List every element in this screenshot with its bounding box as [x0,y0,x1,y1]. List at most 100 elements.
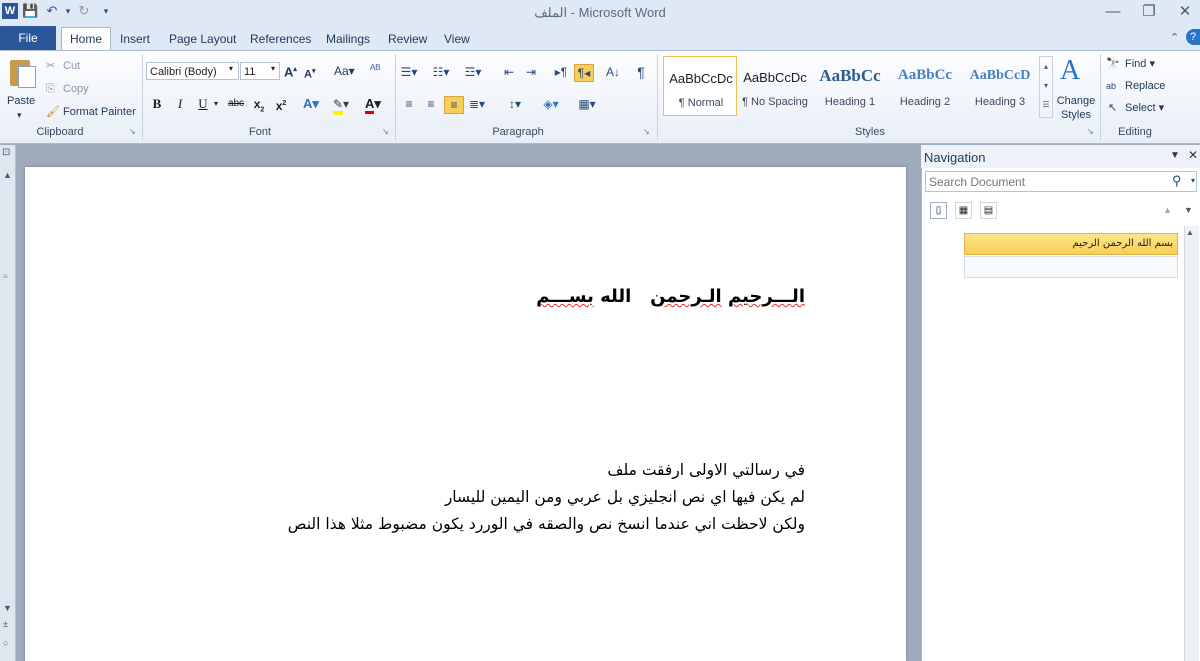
style-normal[interactable]: AaBbCcDc ¶ Normal [663,56,737,116]
browse-results-icon[interactable]: ▤ [980,202,997,219]
decrease-indent-icon[interactable]: ⇤ [500,64,518,80]
underline-dropdown-icon[interactable]: ▾ [212,95,220,113]
search-options-icon[interactable]: ▾ [1191,176,1195,185]
document-line[interactable]: في رسالتي الاولى ارفقت ملف [607,461,805,479]
font-launcher-icon[interactable]: ↘ [382,127,389,136]
scroll-down-icon[interactable]: ▼ [3,603,12,613]
style-sample: AaBbCcD [969,68,1031,83]
numbering-icon[interactable]: ☷▾ [432,64,450,80]
search-document-input[interactable] [925,171,1197,192]
increase-indent-icon[interactable]: ⇥ [522,64,540,80]
shrink-font-icon[interactable]: A▾ [304,65,315,82]
group-divider [1100,54,1101,140]
previous-heading-icon[interactable]: ▲ [1163,205,1172,215]
change-styles-icon[interactable]: A [1060,56,1090,86]
text-effects-icon[interactable]: A▾ [302,95,320,113]
vertical-ruler [0,145,16,661]
styles-scroll[interactable]: ▴ ▾ ☰ [1039,56,1053,118]
ltr-direction-icon[interactable]: ▸¶ [552,64,570,80]
help-icon[interactable]: ? [1186,29,1200,45]
cut-button[interactable]: Cut [63,59,80,73]
grow-font-icon[interactable]: A▴ [284,63,297,79]
restore-button[interactable]: ❐ [1134,2,1164,22]
format-painter-button[interactable]: Format Painter [63,105,136,119]
browse-object-icon[interactable]: ○ [3,638,8,648]
paragraph-launcher-icon[interactable]: ↘ [643,127,650,136]
scroll-up-icon[interactable]: ▲ [3,170,12,180]
document-page[interactable] [25,167,906,661]
tab-references[interactable]: References [250,30,311,50]
pane-options-icon[interactable]: ▼ [1170,150,1180,161]
search-icon[interactable]: ⚲ [1172,173,1182,189]
align-left-icon[interactable]: ≡ [400,96,418,112]
align-right-icon[interactable]: ≡ [444,96,464,114]
ruler-marker: ≡ [3,272,8,281]
style-heading-1[interactable]: AaBbCc Heading 1 [813,56,887,116]
close-pane-icon[interactable]: ✕ [1188,148,1198,162]
select-button[interactable]: Select ▾ [1125,101,1164,115]
font-name-combo[interactable]: Calibri (Body) [146,62,239,80]
tab-review[interactable]: Review [388,30,427,50]
tab-file[interactable]: File [0,26,56,50]
show-formatting-icon[interactable]: ¶ [632,64,650,80]
nav-scrollbar[interactable] [1184,226,1199,661]
sort-icon[interactable]: A↓ [604,64,622,80]
change-styles-button[interactable]: Change Styles [1055,94,1097,122]
bold-icon[interactable]: B [150,95,164,113]
editing-group-label: Editing [1118,126,1152,138]
style-heading-3[interactable]: AaBbCcD Heading 3 [963,56,1037,116]
font-size-dropdown-icon[interactable]: ▾ [271,64,275,73]
copy-button[interactable]: Copy [63,82,89,96]
minimize-button[interactable]: — [1098,2,1128,22]
clipboard-launcher-icon[interactable]: ↘ [129,127,136,136]
nav-scroll-up-icon[interactable]: ▲ [1186,228,1194,237]
font-name-dropdown-icon[interactable]: ▾ [229,64,233,73]
tab-home[interactable]: Home [61,27,111,51]
justify-icon[interactable]: ≣▾ [468,96,486,112]
paste-button[interactable]: Paste [7,94,35,108]
find-button[interactable]: Find ▾ [1125,57,1155,71]
next-heading-icon[interactable]: ▼ [1184,205,1193,215]
browse-headings-icon[interactable]: ▯ [930,202,947,219]
multilevel-list-icon[interactable]: ☲▾ [464,64,482,80]
highlight-icon[interactable]: ✎▾ [330,95,352,115]
previous-page-icon[interactable]: ± [3,619,8,629]
tab-mailings[interactable]: Mailings [326,30,370,50]
style-no-spacing[interactable]: AaBbCcDc ¶ No Spacing [738,56,812,116]
paste-dropdown-icon[interactable]: ▾ [17,108,22,122]
ruler-toggle-icon[interactable]: ⊡ [2,147,10,158]
shading-icon[interactable]: ◈▾ [542,96,560,112]
style-name: Heading 1 [824,96,876,108]
superscript-icon[interactable]: x2 [272,95,290,113]
style-heading-2[interactable]: AaBbCc Heading 2 [888,56,962,116]
document-line[interactable]: لم يكن فيها اي نص انجليزي بل عربي ومن ال… [445,488,805,506]
paste-icon[interactable] [6,56,36,90]
clear-formatting-icon[interactable]: ᴬᴮ [370,62,380,76]
nav-heading-item[interactable]: بسم الله الرحمن الرحيم [964,233,1178,255]
minimize-ribbon-icon[interactable]: ⌃ [1170,31,1179,44]
document-heading[interactable]: الـــرحيم الـرحمن الله بســـم [536,286,805,307]
line-spacing-icon[interactable]: ↕▾ [506,96,524,112]
strikethrough-icon[interactable]: abc [225,95,247,113]
replace-button[interactable]: Replace [1125,79,1165,93]
replace-icon: ab [1106,81,1117,91]
rtl-direction-icon[interactable]: ¶◂ [574,64,594,82]
align-center-icon[interactable]: ≡ [422,96,440,112]
underline-icon[interactable]: U [196,95,210,113]
italic-icon[interactable]: I [174,95,186,113]
font-color-icon[interactable]: A▾ [362,95,384,114]
close-button[interactable]: ✕ [1170,2,1200,22]
tab-page-layout[interactable]: Page Layout [169,30,236,50]
styles-launcher-icon[interactable]: ↘ [1087,127,1094,136]
tab-view[interactable]: View [444,30,470,50]
heading-word: بســـم [536,286,594,307]
change-case-icon[interactable]: Aa▾ [334,64,355,78]
browse-pages-icon[interactable]: ▦ [955,202,972,219]
document-line[interactable]: ولكن لاحظت اني عندما انسخ نص والصقه في ا… [288,515,805,533]
bullets-icon[interactable]: ☰▾ [400,64,418,80]
copy-icon: ⎘ [46,83,55,95]
tab-insert[interactable]: Insert [120,30,150,50]
title-bar: W 💾 ↶ ▾ ↻ ▾ الملف - Microsoft Word — ❐ ✕ [0,0,1200,26]
borders-icon[interactable]: ▦▾ [578,96,596,112]
subscript-icon[interactable]: x2 [250,95,268,113]
